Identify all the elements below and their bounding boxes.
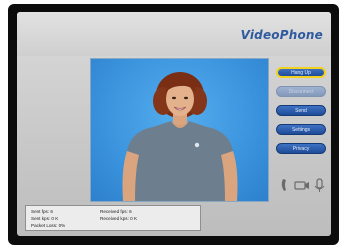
received-kbps-stat: Received kps: 0 K [100,216,138,221]
privacy-button[interactable]: Privacy [276,143,326,154]
send-button[interactable]: Send [276,105,326,116]
hang-up-button[interactable]: Hang Up [276,67,326,78]
device-status-tray [279,177,329,193]
phone-handset-icon [281,179,286,191]
title-bar: VideoPhone [17,12,331,56]
packet-loss-stat: Packet Loss: 0% [31,223,66,228]
settings-button[interactable]: Settings [276,124,326,135]
disconnect-button[interactable]: Disconnect [276,86,326,97]
videophone-screen: VideoPhone Hang Up Disconnect Send Setti… [17,12,331,236]
camera-icon [294,181,309,190]
sent-kbps-stat: Sent kps: 0 K [31,216,59,221]
caller-video-feed [122,72,238,201]
sent-fps-stat: Sent fps: 6 [31,209,53,214]
received-fps-stat: Received fps: 6 [100,209,132,214]
remote-video-pane [90,58,269,202]
call-statistics-panel: Sent fps: 6 Sent kps: 0 K Packet Loss: 0… [25,205,201,231]
microphone-icon [314,178,325,192]
app-title: VideoPhone [240,28,323,42]
